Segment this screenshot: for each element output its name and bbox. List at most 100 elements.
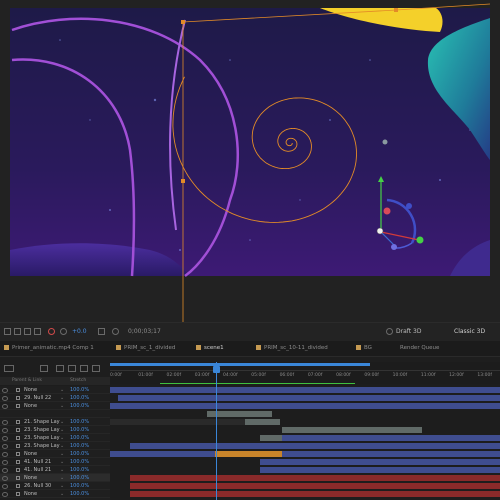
visibility-icon[interactable] (2, 396, 8, 401)
chevron-down-icon[interactable]: ⌄ (60, 434, 64, 442)
renderer-icon[interactable] (386, 328, 393, 335)
tab-prim-sc-10-11[interactable]: PRIM_sc_10-11_divided (256, 341, 328, 356)
layer-duration-bar[interactable] (282, 427, 422, 433)
layer-duration-bar[interactable] (110, 451, 215, 457)
parent-select[interactable]: 21. Shape Lay (24, 418, 60, 426)
layer-duration-bar[interactable] (130, 443, 500, 449)
layer-duration-bar[interactable] (110, 403, 500, 409)
chevron-down-icon[interactable]: ⌄ (60, 458, 64, 466)
visibility-icon[interactable] (2, 436, 8, 441)
layer-row[interactable]: 41. Null 21 ⌄ 100.0% (0, 458, 110, 466)
time-ruler[interactable]: 0:00f 01:00f 02:00f 03:00f 04:00f 05:00f 06:00… (110, 362, 500, 384)
parent-pickwhip-icon[interactable] (16, 396, 20, 400)
layer-row[interactable]: 41. Null 21 ⌄ 100.0% (0, 466, 110, 474)
guides-icon[interactable] (24, 328, 31, 335)
layer-duration-bar[interactable] (118, 395, 500, 401)
layer-row[interactable]: 21. Shape Lay ⌄ 100.0% (0, 418, 110, 426)
parent-select[interactable]: None (24, 402, 37, 410)
stretch-value[interactable]: 100.0% (70, 434, 89, 442)
parent-pickwhip-icon[interactable] (16, 404, 20, 408)
shy-icon[interactable] (68, 365, 76, 372)
tab-bg[interactable]: BG (356, 341, 372, 356)
layer-track[interactable] (110, 402, 500, 410)
visibility-icon[interactable] (2, 444, 8, 449)
region-icon[interactable] (4, 328, 11, 335)
stretch-value[interactable]: 100.0% (70, 474, 89, 482)
motion-blur-icon[interactable] (92, 365, 100, 372)
layer-track[interactable] (110, 426, 500, 434)
layer-duration-bar[interactable] (282, 435, 500, 441)
grid-icon[interactable] (14, 328, 21, 335)
layer-row[interactable]: None ⌄ 100.0% (0, 474, 110, 482)
layer-track[interactable] (110, 490, 500, 498)
search-icon[interactable] (4, 365, 14, 372)
layer-row[interactable]: 23. Shape Lay ⌄ 100.0% (0, 442, 110, 450)
tab-primer-animatic[interactable]: Primer_animatic.mp4 Comp 1 (4, 341, 94, 356)
layer-row[interactable]: None ⌄ 100.0% (0, 386, 110, 394)
layer-duration-bar[interactable] (130, 475, 500, 481)
layer-track[interactable] (110, 434, 500, 442)
layer-track[interactable] (110, 386, 500, 394)
layer-duration-bar[interactable] (215, 451, 282, 457)
exposure-value[interactable]: +0.0 (72, 328, 87, 335)
parent-pickwhip-icon[interactable] (16, 420, 20, 424)
stretch-value[interactable]: 100.0% (70, 402, 89, 410)
work-area-bar[interactable] (110, 363, 370, 366)
stretch-value[interactable]: 100.0% (70, 418, 89, 426)
chevron-down-icon[interactable]: ⌄ (60, 474, 64, 482)
parent-pickwhip-icon[interactable] (16, 484, 20, 488)
stretch-value[interactable]: 100.0% (70, 458, 89, 466)
parent-pickwhip-icon[interactable] (16, 476, 20, 480)
visibility-icon[interactable] (2, 404, 8, 409)
composition-viewer[interactable] (0, 0, 500, 322)
mask-icon[interactable] (34, 328, 41, 335)
parent-pickwhip-icon[interactable] (16, 492, 20, 496)
chevron-down-icon[interactable]: ⌄ (60, 466, 64, 474)
stretch-value[interactable]: 100.0% (70, 386, 89, 394)
chevron-down-icon[interactable]: ⌄ (60, 450, 64, 458)
chevron-down-icon[interactable]: ⌄ (60, 442, 64, 450)
parent-pickwhip-icon[interactable] (16, 468, 20, 472)
layer-row[interactable]: None ⌄ 100.0% (0, 450, 110, 458)
layer-row[interactable]: 29. Null 22 ⌄ 100.0% (0, 394, 110, 402)
stretch-value[interactable]: 100.0% (70, 490, 89, 498)
frame-blend-icon[interactable] (80, 365, 88, 372)
parent-pickwhip-icon[interactable] (16, 460, 20, 464)
visibility-icon[interactable] (2, 460, 8, 465)
parent-select[interactable]: 23. Shape Lay (24, 434, 60, 442)
playhead-handle[interactable] (213, 366, 220, 373)
layer-duration-bar[interactable] (110, 419, 245, 425)
parent-select[interactable]: 41. Null 21 (24, 466, 51, 474)
layer-duration-bar[interactable] (130, 483, 500, 489)
tab-render-queue[interactable]: Render Queue (400, 341, 439, 356)
layer-row[interactable]: None ⌄ 100.0% (0, 402, 110, 410)
parent-pickwhip-icon[interactable] (16, 452, 20, 456)
layer-duration-bar[interactable] (260, 435, 282, 441)
layer-track[interactable] (110, 482, 500, 490)
parent-pickwhip-icon[interactable] (16, 428, 20, 432)
parent-select[interactable]: 23. Shape Lay (24, 426, 60, 434)
exposure-icon[interactable] (60, 328, 67, 335)
parent-pickwhip-icon[interactable] (16, 436, 20, 440)
chevron-down-icon[interactable]: ⌄ (60, 394, 64, 402)
show-channel-icon[interactable] (112, 328, 119, 335)
visibility-icon[interactable] (2, 492, 8, 497)
composition-canvas[interactable] (0, 0, 500, 322)
layer-track[interactable] (110, 458, 500, 466)
layer-row[interactable] (0, 410, 110, 418)
visibility-icon[interactable] (2, 452, 8, 457)
tab-prim-sc-1[interactable]: PRIM_sc_1_divided (116, 341, 175, 356)
comp-flowchart-icon[interactable] (40, 365, 48, 372)
stretch-value[interactable]: 100.0% (70, 482, 89, 490)
parent-select[interactable]: None (24, 474, 37, 482)
layer-track[interactable] (110, 410, 500, 418)
chevron-down-icon[interactable]: ⌄ (60, 426, 64, 434)
layer-duration-bar[interactable] (260, 459, 500, 465)
tab-scene1[interactable]: scene1 (196, 341, 224, 356)
layer-track[interactable] (110, 442, 500, 450)
layer-track[interactable] (110, 466, 500, 474)
layer-track[interactable] (110, 450, 500, 458)
parent-select[interactable]: None (24, 490, 37, 498)
parent-pickwhip-icon[interactable] (16, 388, 20, 392)
layer-duration-bar[interactable] (260, 467, 500, 473)
